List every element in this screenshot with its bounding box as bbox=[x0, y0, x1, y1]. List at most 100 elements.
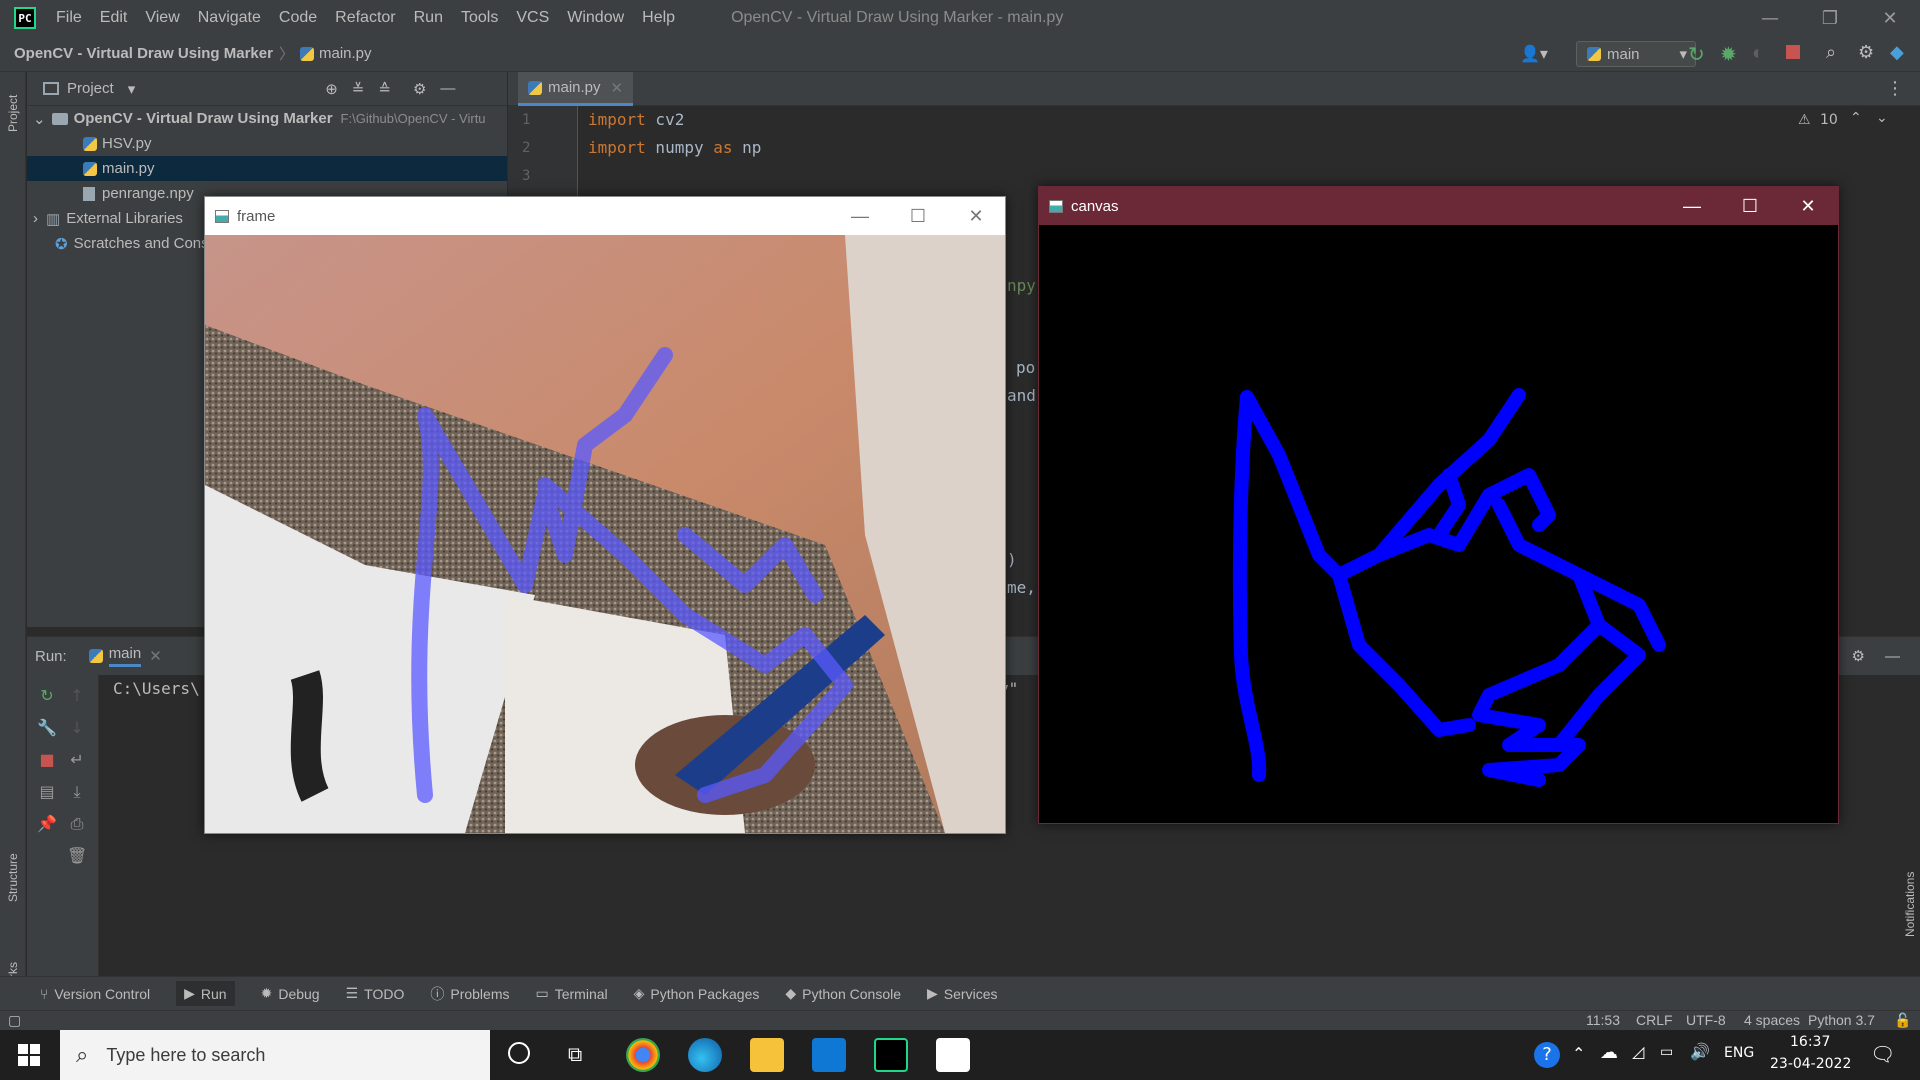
caret-position[interactable]: 11:53 bbox=[1586, 1012, 1620, 1028]
minimize-icon[interactable]: — bbox=[1663, 187, 1721, 225]
user-icon[interactable]: 👤▾ bbox=[1520, 44, 1548, 64]
warning-count[interactable]: 10 bbox=[1820, 112, 1838, 128]
menu-code[interactable]: Code bbox=[279, 9, 317, 27]
scroll-end-icon[interactable]: ⤓ bbox=[67, 783, 87, 801]
layout-icon[interactable]: ▤ bbox=[37, 783, 57, 801]
chevron-down-icon[interactable]: ⌄ bbox=[33, 110, 46, 128]
frame-window[interactable]: frame — ☐ ✕ bbox=[204, 196, 1006, 834]
interpreter[interactable]: Python 3.7 bbox=[1808, 1012, 1875, 1028]
canvas-titlebar[interactable]: canvas — ☐ ✕ bbox=[1039, 187, 1838, 225]
project-title[interactable]: Project bbox=[67, 80, 114, 97]
expand-all-icon[interactable]: ≚ bbox=[352, 80, 365, 98]
pin-icon[interactable]: 📌 bbox=[37, 815, 57, 833]
start-button[interactable] bbox=[0, 1030, 58, 1080]
menu-edit[interactable]: Edit bbox=[100, 9, 128, 27]
gear-icon[interactable]: ⚙ bbox=[413, 80, 426, 98]
tool-version-control[interactable]: ⑂ Version Control bbox=[40, 986, 150, 1002]
arrow-up-icon[interactable]: ↑ bbox=[67, 687, 87, 705]
menu-run[interactable]: Run bbox=[414, 9, 443, 27]
stop-icon[interactable]: ■ bbox=[37, 751, 57, 769]
gear-icon[interactable]: ⚙ bbox=[1852, 647, 1865, 665]
chrome-icon[interactable] bbox=[626, 1038, 660, 1072]
hide-icon[interactable]: — bbox=[440, 80, 455, 97]
collapse-all-icon[interactable]: ≙ bbox=[378, 80, 391, 98]
language-indicator[interactable]: ENG bbox=[1724, 1045, 1754, 1061]
hide-icon[interactable]: — bbox=[1885, 648, 1900, 665]
run-config-select[interactable]: main ▾ bbox=[1576, 41, 1696, 67]
frame-titlebar[interactable]: frame — ☐ ✕ bbox=[205, 197, 1005, 235]
debug-icon[interactable]: ✹ bbox=[1720, 42, 1737, 67]
menu-navigate[interactable]: Navigate bbox=[198, 9, 261, 27]
tab-main-py[interactable]: main.py ✕ bbox=[518, 72, 634, 106]
tool-todo[interactable]: ☰ TODO bbox=[346, 985, 405, 1002]
chevron-up-icon[interactable]: ⌃ bbox=[1850, 110, 1862, 126]
search-icon[interactable]: ⌕ bbox=[1826, 42, 1836, 63]
breadcrumb-file[interactable]: main.py bbox=[319, 45, 372, 62]
menu-tools[interactable]: Tools bbox=[461, 9, 498, 27]
toolbox-icon[interactable]: ◆ bbox=[1890, 42, 1904, 63]
minimize-icon[interactable]: — bbox=[1740, 8, 1800, 29]
maximize-icon[interactable]: ☐ bbox=[1721, 187, 1779, 225]
notepad-icon[interactable] bbox=[936, 1038, 970, 1072]
chevron-down-icon[interactable]: ▾ bbox=[128, 80, 136, 98]
console-output[interactable]: C:\Users\ bbox=[113, 679, 200, 698]
run-tab-main[interactable]: main bbox=[108, 645, 142, 667]
taskbar-search[interactable]: ⌕ Type here to search bbox=[60, 1030, 490, 1080]
canvas-window[interactable]: canvas — ☐ ✕ bbox=[1038, 186, 1839, 824]
edge-icon[interactable] bbox=[688, 1038, 722, 1072]
close-icon[interactable]: ✕ bbox=[947, 197, 1005, 235]
gear-icon[interactable]: ⚙ bbox=[1858, 42, 1874, 63]
coverage-icon[interactable]: ◐ bbox=[1752, 42, 1764, 65]
line-separator[interactable]: CRLF bbox=[1636, 1012, 1673, 1028]
tree-root[interactable]: ⌄ OpenCV - Virtual Draw Using Marker F:\… bbox=[27, 106, 507, 131]
trash-icon[interactable]: 🗑 bbox=[67, 847, 87, 865]
warning-icon[interactable]: ⚠ bbox=[1798, 112, 1811, 128]
battery-icon[interactable]: ▭ bbox=[1660, 1044, 1673, 1060]
menu-vcs[interactable]: VCS bbox=[516, 9, 549, 27]
maximize-icon[interactable]: ☐ bbox=[889, 197, 947, 235]
chevron-down-icon[interactable]: ⌄ bbox=[1876, 110, 1888, 126]
tool-services[interactable]: ▶ Services bbox=[927, 985, 997, 1002]
chevron-up-icon[interactable]: ⌃ bbox=[1572, 1044, 1585, 1063]
indent[interactable]: 4 spaces bbox=[1744, 1012, 1800, 1028]
close-tab-icon[interactable]: ✕ bbox=[611, 79, 624, 97]
side-label-project[interactable]: Project bbox=[6, 95, 20, 132]
task-view-icon[interactable]: ⧉ bbox=[568, 1042, 582, 1066]
file-explorer-icon[interactable] bbox=[750, 1038, 784, 1072]
tool-problems[interactable]: ⓘ Problems bbox=[430, 984, 509, 1004]
stop-icon[interactable] bbox=[1786, 45, 1800, 59]
breadcrumb-project[interactable]: OpenCV - Virtual Draw Using Marker bbox=[14, 45, 273, 62]
tool-python-packages[interactable]: ◈ Python Packages bbox=[634, 985, 760, 1002]
lock-icon[interactable]: 🔓 bbox=[1894, 1012, 1911, 1029]
tool-terminal[interactable]: ▭ Terminal bbox=[536, 985, 608, 1002]
arrow-down-icon[interactable]: ↓ bbox=[67, 719, 87, 737]
clock-time[interactable]: 16:37 bbox=[1790, 1034, 1830, 1050]
rerun-icon[interactable]: ↻ bbox=[1688, 42, 1705, 67]
help-icon[interactable]: ? bbox=[1534, 1042, 1560, 1068]
network-icon[interactable]: ◿ bbox=[1632, 1042, 1644, 1061]
menu-refactor[interactable]: Refactor bbox=[335, 9, 395, 27]
side-label-structure[interactable]: Structure bbox=[6, 853, 20, 902]
close-icon[interactable]: ✕ bbox=[1860, 8, 1920, 29]
print-icon[interactable]: ⎙ bbox=[67, 815, 87, 833]
tool-python-console[interactable]: ◆ Python Console bbox=[785, 985, 901, 1002]
layout-toggle-icon[interactable]: ▢ bbox=[8, 1012, 21, 1029]
tool-debug[interactable]: ✹ Debug bbox=[261, 985, 320, 1002]
tree-item-main[interactable]: main.py bbox=[27, 156, 507, 181]
soft-wrap-icon[interactable]: ↵ bbox=[67, 751, 87, 769]
locate-icon[interactable]: ⊕ bbox=[325, 80, 338, 98]
tree-item-hsv[interactable]: HSV.py bbox=[27, 131, 507, 156]
restore-icon[interactable]: ❐ bbox=[1800, 8, 1860, 29]
encoding[interactable]: UTF-8 bbox=[1686, 1012, 1726, 1028]
menu-window[interactable]: Window bbox=[567, 9, 624, 27]
more-icon[interactable]: ⋮ bbox=[1886, 78, 1904, 99]
cortana-icon[interactable] bbox=[508, 1042, 530, 1064]
minimize-icon[interactable]: — bbox=[831, 197, 889, 235]
volume-icon[interactable]: 🔊 bbox=[1690, 1042, 1710, 1061]
menu-help[interactable]: Help bbox=[642, 9, 675, 27]
rerun-icon[interactable]: ↻ bbox=[37, 687, 57, 705]
close-icon[interactable]: ✕ bbox=[1779, 187, 1837, 225]
menu-view[interactable]: View bbox=[145, 9, 179, 27]
notification-center-icon[interactable]: 🗨 bbox=[1870, 1042, 1895, 1066]
tool-run[interactable]: ▶ Run bbox=[176, 981, 235, 1006]
